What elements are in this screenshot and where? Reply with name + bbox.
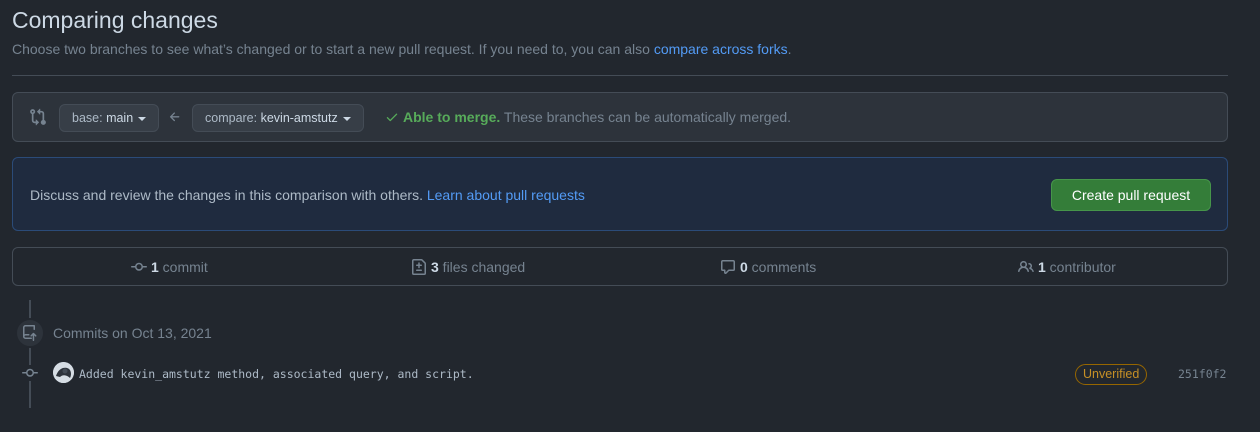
people-icon	[1018, 260, 1034, 273]
numbers-summary: 1 commit 3 files changed 0 comments 1 co…	[12, 247, 1228, 286]
base-label: base:	[72, 111, 107, 125]
merge-ok-text: Able to merge.	[403, 109, 501, 125]
learn-about-pr-link[interactable]: Learn about pull requests	[427, 187, 585, 203]
commits-count: 1	[151, 259, 159, 275]
chevron-down-icon	[138, 116, 147, 121]
comments-summary[interactable]: 0 comments	[720, 259, 816, 275]
page-subtitle: Choose two branches to see what’s change…	[12, 41, 792, 57]
git-commit-icon	[22, 368, 38, 377]
comments-label: comments	[747, 259, 817, 275]
compare-across-forks-link[interactable]: compare across forks	[654, 41, 788, 57]
page-title: Comparing changes	[12, 7, 218, 33]
git-commit-icon	[131, 262, 147, 271]
merge-description: These branches can be automatically merg…	[500, 109, 792, 125]
commit-message-link[interactable]: Added kevin_amstutz method, associated q…	[79, 367, 474, 381]
commits-date-heading: Commits on Oct 13, 2021	[53, 325, 212, 341]
contributors-label: contributor	[1045, 259, 1116, 275]
commit-node	[20, 365, 40, 381]
repo-push-icon	[23, 325, 37, 341]
discuss-text: Discuss and review the changes in this c…	[30, 187, 585, 203]
files-count: 3	[431, 259, 439, 275]
commit-sha-link[interactable]: 251f0f2	[1178, 367, 1226, 381]
chevron-down-icon	[342, 116, 351, 121]
base-branch-select[interactable]: base: main	[59, 104, 160, 132]
create-pr-blankslate: Discuss and review the changes in this c…	[12, 157, 1228, 231]
discuss-message: Discuss and review the changes in this c…	[30, 187, 427, 203]
compare-value: kevin-amstutz	[260, 111, 338, 125]
file-diff-icon	[412, 259, 426, 275]
author-avatar[interactable]	[53, 362, 74, 383]
avatar-image	[53, 362, 74, 383]
commits-summary[interactable]: 1 commit	[131, 259, 208, 275]
comment-icon	[721, 260, 735, 274]
files-label: files changed	[438, 259, 526, 275]
check-icon	[386, 113, 398, 122]
commit-group-badge	[15, 318, 45, 348]
compare-label: compare:	[205, 111, 261, 125]
arrow-left-icon	[169, 112, 180, 122]
contributors-count: 1	[1038, 259, 1046, 275]
header-divider	[12, 75, 1228, 76]
git-compare-icon	[30, 108, 46, 126]
timeline-line	[29, 300, 31, 408]
commits-label: commit	[158, 259, 208, 275]
comments-count: 0	[740, 259, 748, 275]
create-pull-request-button[interactable]: Create pull request	[1051, 179, 1211, 211]
merge-status: Able to merge. These branches can be aut…	[385, 109, 791, 125]
subtitle-text: Choose two branches to see what’s change…	[12, 41, 654, 57]
range-editor: base: main compare: kevin-amstutz Able t…	[12, 92, 1228, 142]
base-value: main	[106, 111, 134, 125]
files-summary[interactable]: 3 files changed	[411, 259, 525, 275]
contributors-summary[interactable]: 1 contributor	[1018, 259, 1116, 275]
compare-branch-select[interactable]: compare: kevin-amstutz	[192, 104, 364, 132]
unverified-badge[interactable]: Unverified	[1075, 364, 1148, 385]
subtitle-period: .	[787, 41, 792, 57]
